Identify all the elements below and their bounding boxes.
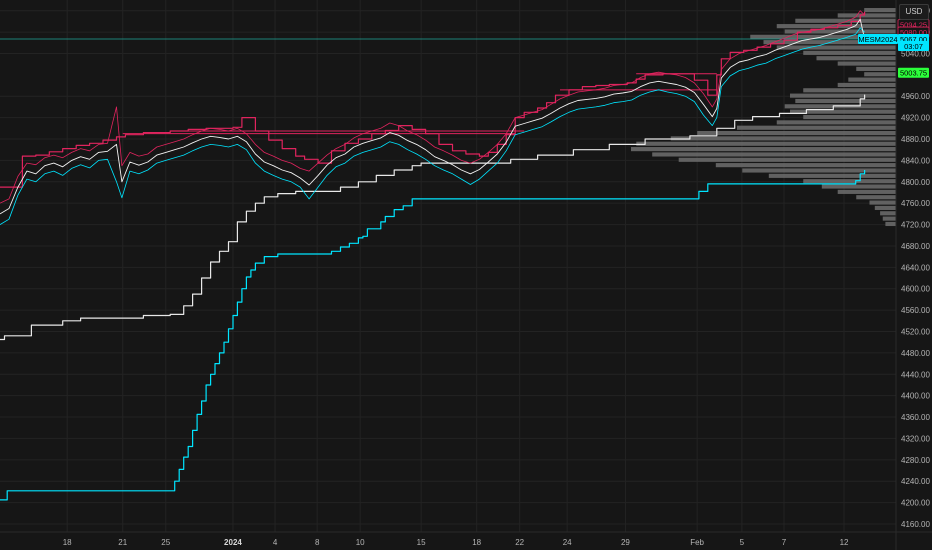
x-tick-label: 21 <box>118 538 127 547</box>
volume-profile-bar <box>790 93 896 98</box>
price-tag-label: MESM2024 <box>858 35 897 44</box>
volume-profile-bar <box>636 141 896 146</box>
x-tick-label: 2024 <box>224 538 242 547</box>
volume-profile-bar <box>882 216 896 221</box>
y-tick-label: 4800.00 <box>901 178 930 187</box>
y-tick-label: 4280.00 <box>901 456 930 465</box>
volume-profile-bar <box>631 147 896 152</box>
y-tick-label: 4240.00 <box>901 477 930 486</box>
volume-profile-bar <box>678 157 896 162</box>
volume-profile-bar <box>715 163 896 168</box>
volume-profile-bar <box>821 184 896 189</box>
x-tick-label: 15 <box>417 538 426 547</box>
y-tick-label: 4720.00 <box>901 221 930 230</box>
y-tick-label: 4680.00 <box>901 242 930 251</box>
volume-profile-bar <box>768 173 896 178</box>
volume-profile-bar <box>776 45 896 50</box>
volume-profile-bar <box>848 77 896 82</box>
x-tick-label: 29 <box>621 538 630 547</box>
price-tag-label: 03:07 <box>904 42 923 51</box>
grid-layer <box>0 0 932 550</box>
volume-profile-bar <box>837 61 896 66</box>
volume-profile-bar <box>795 18 896 23</box>
x-tick-label: 18 <box>472 538 481 547</box>
volume-profile-bar <box>864 72 896 77</box>
volume-profile-bar <box>874 205 896 210</box>
x-tick-label: 8 <box>315 538 320 547</box>
volume-profile-bar <box>737 125 896 130</box>
volume-profile-bar <box>803 179 896 184</box>
volume-profile-bar <box>856 195 896 200</box>
volume-profile-bar <box>837 82 896 88</box>
price-tag: MESM2024 <box>858 34 898 45</box>
volume-profile-bar <box>795 98 896 104</box>
y-tick-label: 4880.00 <box>901 135 930 144</box>
volume-profile-bar <box>837 189 896 194</box>
volume-profile-bar <box>652 152 896 157</box>
y-tick-label: 4320.00 <box>901 434 930 443</box>
volume-profile-bar <box>803 88 896 93</box>
volume-profile-bar <box>880 211 896 216</box>
x-tick-label: 10 <box>356 538 365 547</box>
y-tick-label: 4560.00 <box>901 306 930 315</box>
volume-profile-bar <box>869 200 896 205</box>
x-tick-label: Feb <box>690 538 704 547</box>
y-tick-label: 4640.00 <box>901 263 930 272</box>
x-tick-label: 4 <box>273 538 278 547</box>
price-chart[interactable]: 4160.00 4200.00 4240.00 4280.00 4320.00 4360.… <box>0 0 932 550</box>
x-tick-label: 5 <box>740 538 745 547</box>
x-tick-label: 25 <box>161 538 170 547</box>
plot-background <box>0 0 932 550</box>
y-tick-label: 4440.00 <box>901 370 930 379</box>
price-tag-label: 5003.75 <box>900 69 927 78</box>
y-tick-label: 4200.00 <box>901 499 930 508</box>
volume-profile-bar <box>856 66 896 71</box>
volume-profile-bar <box>776 120 896 125</box>
x-tick-label: 24 <box>563 538 572 547</box>
volume-profile-bar <box>885 221 896 227</box>
volume-profile-bar <box>742 168 896 173</box>
volume-profile-bar <box>670 136 896 141</box>
x-tick-label: 22 <box>515 538 524 547</box>
y-tick-label: 4160.00 <box>901 520 930 529</box>
chart-root: 4160.00 4200.00 4240.00 4280.00 4320.00 4360.… <box>0 0 932 550</box>
price-tag: 03:07 <box>898 40 929 51</box>
y-tick-label: 4400.00 <box>901 392 930 401</box>
y-tick-label: 4600.00 <box>901 285 930 294</box>
x-tick-label: 18 <box>63 538 72 547</box>
y-tick-label: 4920.00 <box>901 114 930 123</box>
price-tag: 5003.75 <box>898 67 929 78</box>
x-tick-label: 7 <box>782 538 787 547</box>
x-tick-label: 12 <box>840 538 849 547</box>
volume-profile-bar <box>864 8 896 13</box>
currency-button[interactable]: USD <box>899 4 929 20</box>
y-tick-label: 4360.00 <box>901 413 930 422</box>
y-tick-label: 4960.00 <box>901 92 930 101</box>
volume-profile-bar <box>697 130 896 136</box>
y-tick-label: 4760.00 <box>901 199 930 208</box>
volume-profile-bar <box>803 50 896 55</box>
volume-profile-bar <box>837 13 896 18</box>
y-tick-label: 4480.00 <box>901 349 930 358</box>
volume-profile-bar <box>816 56 896 61</box>
volume-profile-bar <box>803 114 896 120</box>
y-tick-label: 4840.00 <box>901 156 930 165</box>
y-tick-label: 4520.00 <box>901 327 930 336</box>
